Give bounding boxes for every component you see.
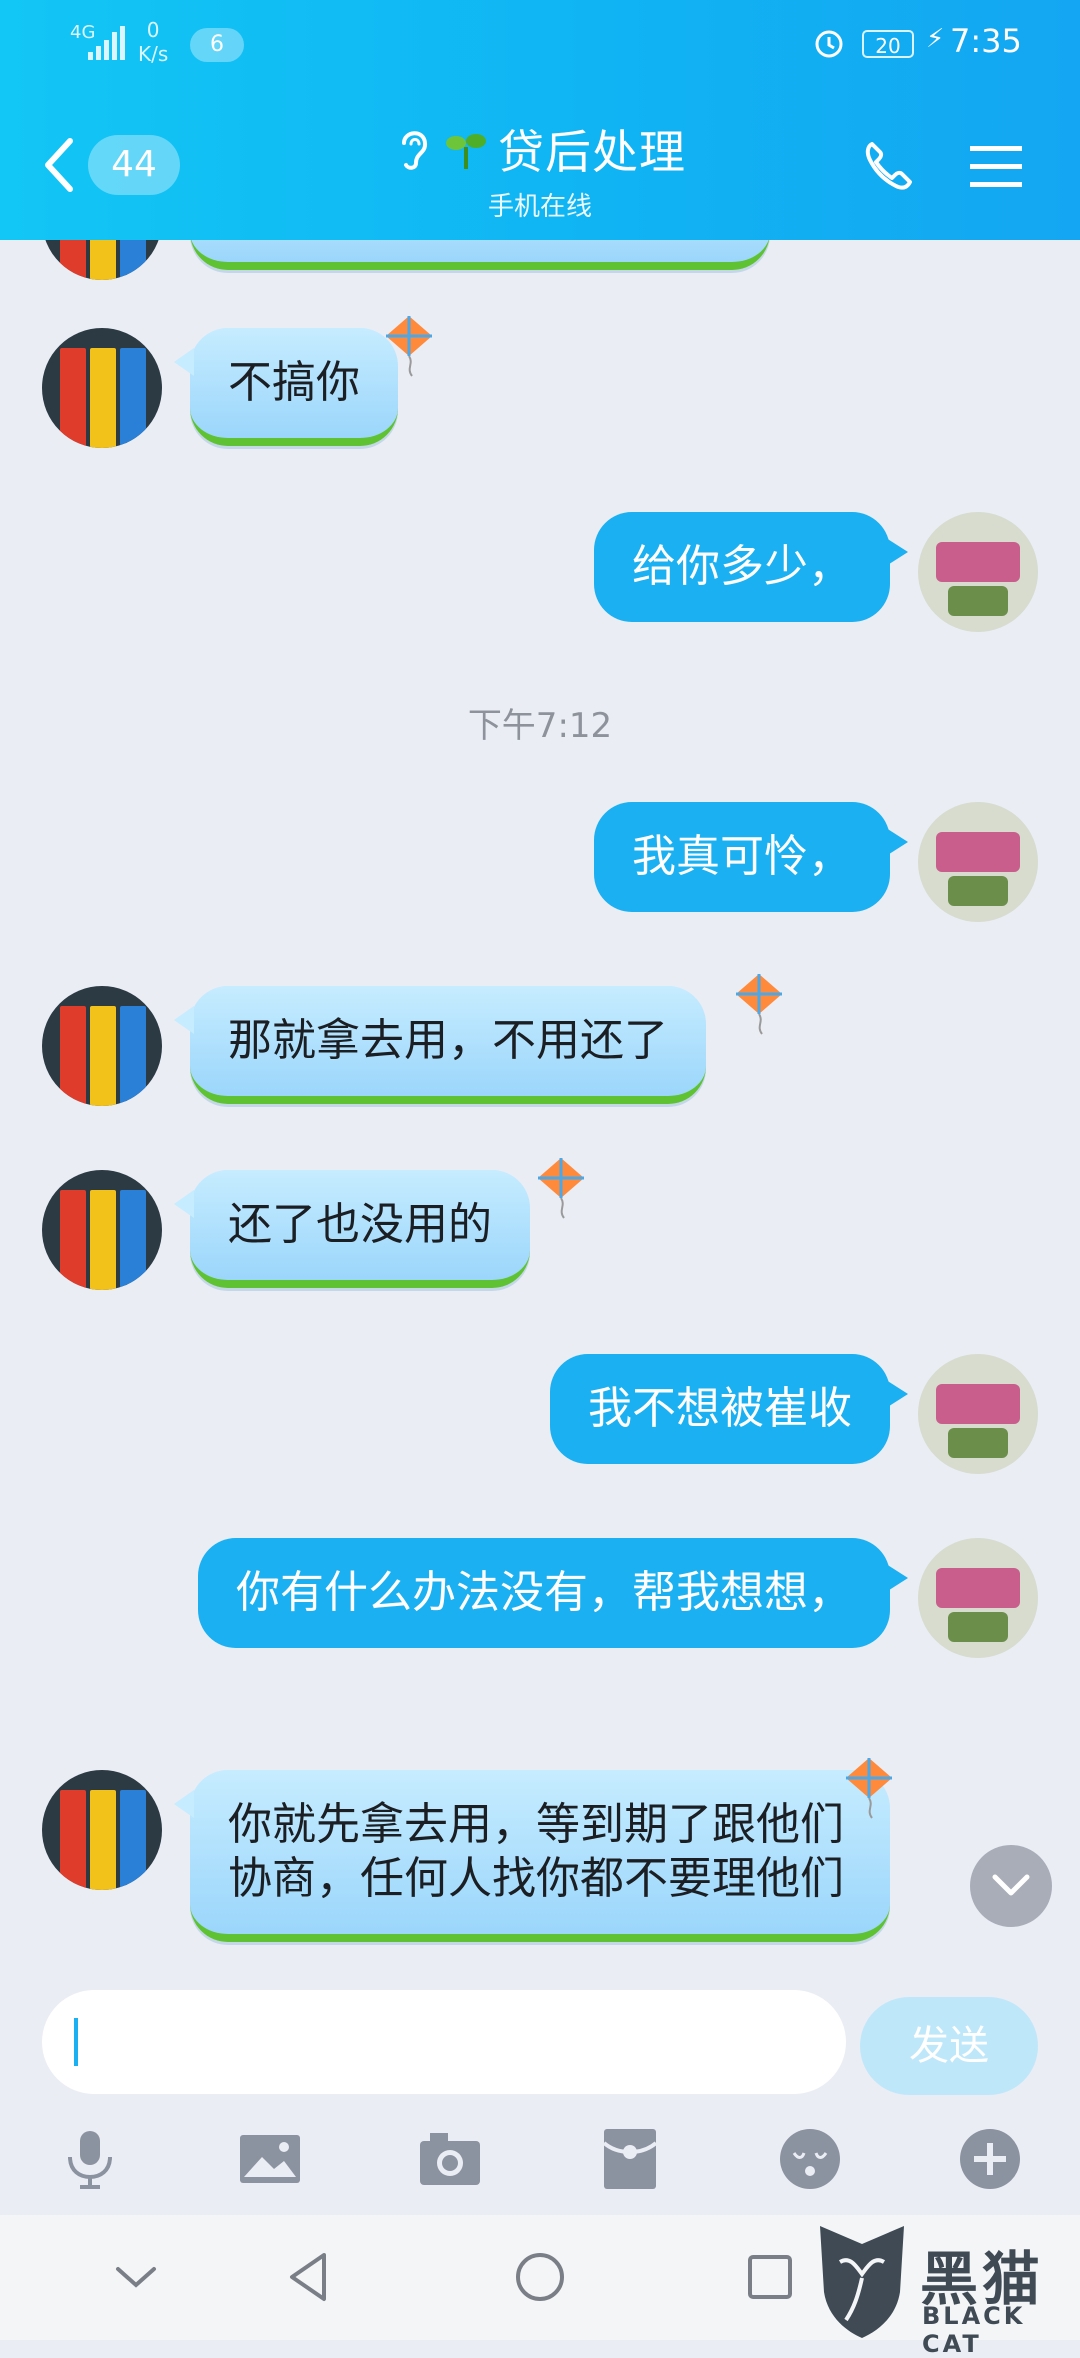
- camera-icon: [420, 2133, 480, 2185]
- home-nav-icon[interactable]: [510, 2247, 570, 2307]
- camera-button[interactable]: [416, 2125, 484, 2193]
- chevron-down-icon: [992, 1874, 1030, 1896]
- back-button[interactable]: 44: [40, 130, 180, 200]
- emoji-icon: [780, 2129, 840, 2189]
- chat-title: 贷后处理: [498, 125, 686, 179]
- scroll-to-bottom-button[interactable]: [970, 1845, 1052, 1927]
- my-avatar[interactable]: [918, 512, 1038, 632]
- message-bubble[interactable]: 给你多少，: [594, 512, 908, 622]
- emoji-button[interactable]: [776, 2125, 844, 2193]
- red-envelope-button[interactable]: [596, 2125, 664, 2193]
- contact-avatar[interactable]: [42, 240, 162, 280]
- speed-value: 0: [146, 18, 160, 42]
- message-bubble[interactable]: 不搞你: [174, 328, 398, 446]
- watermark-subtext: BLACK CAT: [922, 2302, 1026, 2358]
- message-bubble[interactable]: 我真可怜，: [594, 802, 908, 912]
- battery-level: 20: [862, 30, 914, 58]
- my-avatar[interactable]: [918, 1354, 1038, 1474]
- back-nav-icon[interactable]: [280, 2247, 340, 2307]
- recents-nav-icon[interactable]: [740, 2247, 800, 2307]
- kite-icon: [846, 1758, 892, 1819]
- my-avatar[interactable]: [918, 802, 1038, 922]
- contact-avatar[interactable]: [42, 986, 162, 1106]
- red-envelope-icon: [602, 2129, 658, 2189]
- image-icon: [240, 2135, 300, 2183]
- status-bar: 4G 0 K/s 6 20 ⚡ 7:35: [0, 0, 1080, 90]
- menu-icon[interactable]: [970, 142, 1022, 190]
- chat-title-area[interactable]: 贷后处理 手机在线: [300, 116, 780, 223]
- black-cat-logo-icon: [820, 2226, 904, 2338]
- timestamp: 下午7:12: [467, 706, 613, 746]
- message-input[interactable]: [42, 1990, 846, 2094]
- unread-count-badge: 44: [88, 135, 180, 195]
- message-bubble[interactable]: 还了也没用的: [174, 1170, 530, 1288]
- sprout-icon: [446, 134, 486, 169]
- message-bubble[interactable]: 那就拿去用，不用还了: [174, 986, 706, 1104]
- send-button[interactable]: 发送: [860, 1997, 1038, 2095]
- network-speed: 0 K/s: [138, 18, 168, 66]
- alarm-icon: [815, 30, 843, 58]
- top-bar: 4G 0 K/s 6 20 ⚡ 7:35 44 贷后处理 手机在线: [0, 0, 1080, 240]
- input-toolbar: [0, 2095, 1080, 2215]
- chevron-left-icon: [45, 138, 73, 192]
- contact-avatar[interactable]: [42, 1770, 162, 1890]
- kite-icon: [386, 316, 432, 377]
- notification-badge: 6: [190, 28, 244, 62]
- phone-icon[interactable]: [860, 138, 916, 194]
- message-bubble[interactable]: 你有什么办法没有，帮我想想，: [198, 1538, 908, 1648]
- contact-avatar[interactable]: [42, 1170, 162, 1290]
- microphone-icon: [68, 2131, 112, 2189]
- photo-button[interactable]: [236, 2125, 304, 2193]
- kite-icon: [736, 974, 782, 1035]
- clock: 7:35: [950, 22, 1022, 60]
- chat-header: 44 贷后处理 手机在线: [0, 90, 1080, 240]
- message-bubble[interactable]: 我不想被崔收: [550, 1354, 908, 1464]
- ear-icon: [402, 131, 428, 170]
- signal-icon: [88, 26, 125, 60]
- hide-keyboard-icon[interactable]: [106, 2247, 166, 2307]
- my-avatar[interactable]: [918, 1538, 1038, 1658]
- charging-icon: ⚡: [926, 24, 945, 54]
- message-bubble[interactable]: 你就先拿去用，等到期了跟他们协商，任何人找你都不要理他们: [174, 1770, 890, 1942]
- message-bubble-cut: [190, 240, 770, 270]
- kite-icon: [538, 1158, 584, 1219]
- plus-icon: [960, 2129, 1020, 2189]
- more-button[interactable]: [956, 2125, 1024, 2193]
- speed-unit: K/s: [138, 42, 169, 66]
- input-bar: 发送: [0, 1965, 1080, 2095]
- online-status: 手机在线: [487, 192, 592, 222]
- message-list[interactable]: 不搞你 给你多少， 下午7:12 我真可怜， 那就拿去用，不用还了 还了也没用的…: [0, 240, 1080, 1965]
- text-cursor: [74, 2018, 78, 2066]
- voice-button[interactable]: [56, 2125, 124, 2193]
- contact-avatar[interactable]: [42, 328, 162, 448]
- watermark: 黑猫 BLACK CAT: [810, 2222, 1080, 2358]
